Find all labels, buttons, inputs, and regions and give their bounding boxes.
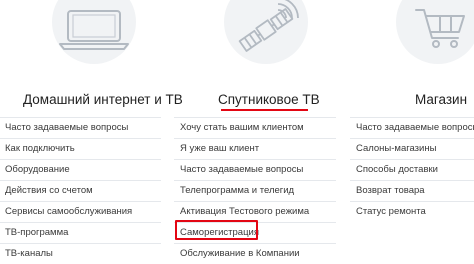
link-product-return[interactable]: Возврат товара	[350, 180, 474, 201]
laptop-icon-circle	[52, 0, 136, 64]
link-shop-faq[interactable]: Часто задаваемые вопросы	[350, 117, 474, 138]
link-tv-guide[interactable]: Телепрограмма и телегид	[174, 180, 336, 201]
link-home-faq[interactable]: Часто задаваемые вопросы	[0, 117, 161, 138]
link-delivery-methods[interactable]: Способы доставки	[350, 159, 474, 180]
link-company-service[interactable]: Обслуживание в Компании	[174, 243, 336, 264]
link-tv-program[interactable]: ТВ-программа	[0, 222, 161, 243]
laptop-icon	[59, 10, 129, 50]
satellite-icon-circle	[224, 0, 308, 64]
link-self-service[interactable]: Сервисы самообслуживания	[0, 201, 161, 222]
link-test-mode-activation[interactable]: Активация Тестового режима	[174, 201, 336, 222]
column-title-home-internet[interactable]: Домашний интернет и ТВ	[23, 90, 183, 110]
link-repair-status[interactable]: Статус ремонта	[350, 201, 474, 222]
cart-icon-circle	[396, 0, 474, 64]
satellite-icon	[238, 0, 299, 52]
link-tv-channels[interactable]: ТВ-каналы	[0, 243, 161, 264]
link-existing-client[interactable]: Я уже ваш клиент	[174, 138, 336, 159]
link-stores[interactable]: Салоны-магазины	[350, 138, 474, 159]
satellite-tv-list: Хочу стать вашим клиентом Я уже ваш клие…	[174, 117, 336, 264]
link-equipment[interactable]: Оборудование	[0, 159, 161, 180]
link-become-client[interactable]: Хочу стать вашим клиентом	[174, 117, 336, 138]
link-satellite-faq[interactable]: Часто задаваемые вопросы	[174, 159, 336, 180]
self-registration-highlight	[175, 220, 258, 240]
shopping-cart-icon	[415, 9, 465, 48]
column-title-shop[interactable]: Магазин	[413, 90, 469, 110]
home-internet-list: Часто задаваемые вопросы Как подключить …	[0, 117, 161, 264]
column-title-satellite-tv[interactable]: Спутниковое ТВ	[218, 90, 320, 110]
link-how-to-connect[interactable]: Как подключить	[0, 138, 161, 159]
link-account-actions[interactable]: Действия со счетом	[0, 180, 161, 201]
shop-list: Часто задаваемые вопросы Салоны-магазины…	[350, 117, 474, 222]
active-tab-underline	[221, 109, 308, 111]
